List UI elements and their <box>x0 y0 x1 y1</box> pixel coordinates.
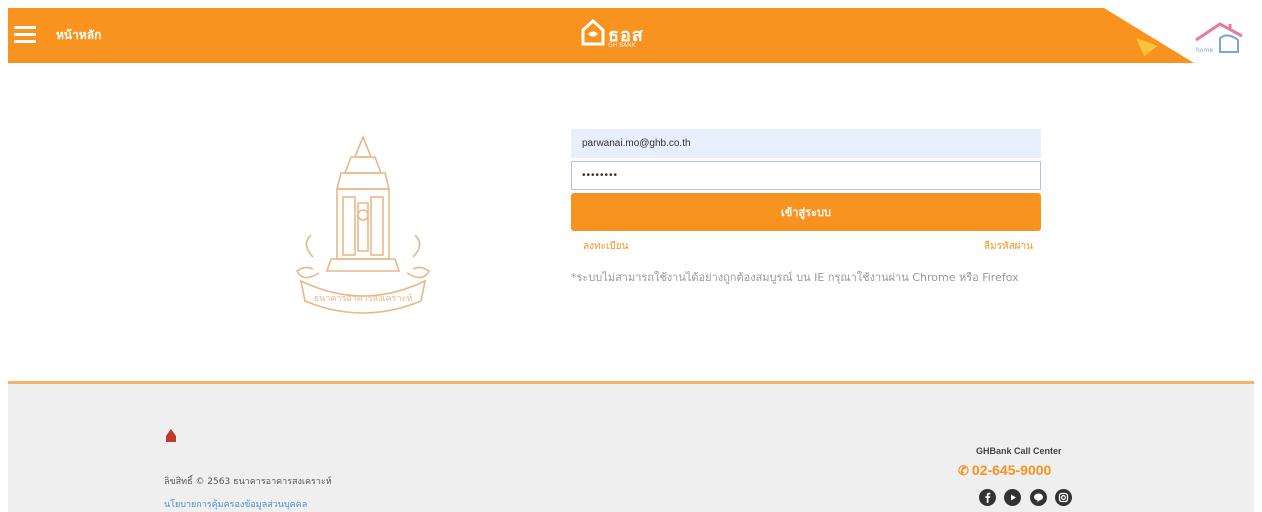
copyright-text: ลิขสิทธิ์ © 2563 ธนาคารอาคารสงเคราะห์ <box>164 477 332 487</box>
facebook-icon[interactable] <box>979 489 996 506</box>
royal-emblem-logo: ธนาคารอาคารสงเคราะห์ <box>295 134 431 314</box>
email-field[interactable] <box>571 129 1041 158</box>
svg-text:home: home <box>1196 47 1213 54</box>
social-links <box>979 489 1076 509</box>
youtube-icon[interactable] <box>1004 489 1022 506</box>
home-loan-logo-icon: home <box>1195 22 1243 54</box>
line-icon[interactable] <box>1029 489 1047 506</box>
top-header: หน้าหลัก ธอส GH BANK home <box>8 8 1254 63</box>
form-links: ลงทะเบียน ลืมรหัสผ่าน <box>571 237 1041 261</box>
login-form: เข้าสู่ระบบ ลงทะเบียน ลืมรหัสผ่าน *ระบบไ… <box>571 129 1041 287</box>
page-footer: ลิขสิทธิ์ © 2563 ธนาคารอาคารสงเคราะห์ นโ… <box>8 381 1254 512</box>
page-frame: หน้าหลัก ธอส GH BANK home ธนาคารอาคารสงเ… <box>8 8 1254 512</box>
phone-number: 02-645-9000 <box>971 462 1052 478</box>
login-button[interactable]: เข้าสู่ระบบ <box>571 193 1041 231</box>
house-logo-icon <box>581 18 605 46</box>
home-link[interactable]: หน้าหลัก <box>56 26 101 45</box>
call-center-label: GHBank Call Center <box>976 446 1062 456</box>
instagram-icon[interactable] <box>1055 489 1073 506</box>
forgot-password-link[interactable]: ลืมรหัสผ่าน <box>984 239 1033 254</box>
footer-logo-icon <box>166 429 176 442</box>
hamburger-menu-icon[interactable] <box>14 26 36 44</box>
svg-text:ธนาคารอาคารสงเคราะห์: ธนาคารอาคารสงเคราะห์ <box>314 292 413 304</box>
password-field[interactable] <box>571 161 1041 190</box>
privacy-policy-link[interactable]: นโยบายการคุ้มครองข้อมูลส่วนบุคคล <box>164 497 307 511</box>
phone-icon: ✆ <box>958 463 969 478</box>
ghbank-brand-logo: ธอส GH BANK <box>580 18 670 58</box>
browser-compatibility-note: *ระบบไม่สามารถใช้งานได้อย่างถูกต้องสมบูร… <box>571 271 1019 284</box>
brand-subtext: GH BANK <box>608 42 636 49</box>
call-center-phone[interactable]: ✆ 02-645-9000 <box>958 462 1051 479</box>
register-link[interactable]: ลงทะเบียน <box>583 239 628 254</box>
corner-arrow-icon <box>1136 38 1158 56</box>
